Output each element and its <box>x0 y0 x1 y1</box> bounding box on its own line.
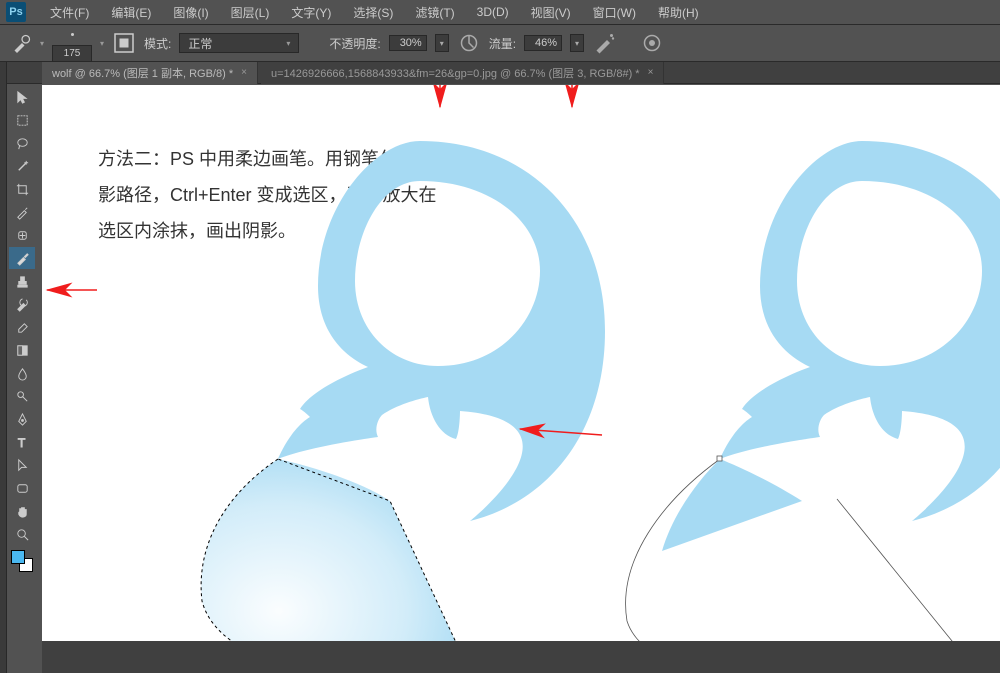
move-tool[interactable] <box>9 86 35 108</box>
mode-select[interactable]: 正常▾ <box>179 33 299 53</box>
zoom-tool[interactable] <box>9 523 35 545</box>
wand-tool[interactable] <box>9 155 35 177</box>
pen-tool[interactable] <box>9 408 35 430</box>
lasso-tool[interactable] <box>9 132 35 154</box>
menu-window[interactable]: 窗口(W) <box>583 2 646 23</box>
mode-value: 正常 <box>188 35 212 52</box>
brush-preset-icon[interactable] <box>62 24 82 44</box>
color-swatch[interactable] <box>11 550 33 572</box>
heal-tool[interactable] <box>9 224 35 246</box>
left-dock <box>0 62 7 673</box>
menu-type[interactable]: 文字(Y) <box>281 2 341 23</box>
eyedropper-tool[interactable] <box>9 201 35 223</box>
menu-filter[interactable]: 滤镜(T) <box>405 2 464 23</box>
brush-tool-icon[interactable] <box>12 33 32 53</box>
dodge-tool[interactable] <box>9 385 35 407</box>
canvas[interactable]: 方法二：PS 中用柔边画笔。用钢笔勾出阴 影路径，Ctrl+Enter 变成选区… <box>42 85 1000 641</box>
close-icon[interactable]: × <box>648 67 654 78</box>
mode-label: 模式: <box>144 35 171 52</box>
menu-help[interactable]: 帮助(H) <box>648 2 709 23</box>
flow-dropdown-icon[interactable]: ▾ <box>570 34 584 52</box>
menu-view[interactable]: 视图(V) <box>521 2 581 23</box>
stamp-tool[interactable] <box>9 270 35 292</box>
dropdown-icon[interactable]: ▾ <box>100 39 104 48</box>
menu-layer[interactable]: 图层(L) <box>221 2 280 23</box>
marquee-tool[interactable] <box>9 109 35 131</box>
close-icon[interactable]: × <box>241 67 247 78</box>
hand-tool[interactable] <box>9 500 35 522</box>
opacity-field[interactable]: 30% <box>389 35 427 51</box>
opacity-dropdown-icon[interactable]: ▾ <box>435 34 449 52</box>
document-tabs: wolf @ 66.7% (图层 1 副本, RGB/8) * × u=1426… <box>0 62 1000 84</box>
gradient-tool[interactable] <box>9 339 35 361</box>
status-bar <box>42 641 1000 673</box>
brush-panel-icon[interactable] <box>112 32 136 54</box>
crop-tool[interactable] <box>9 178 35 200</box>
history-brush-tool[interactable] <box>9 293 35 315</box>
pressure-opacity-icon[interactable] <box>457 32 481 54</box>
annotation-arrows <box>42 85 1000 641</box>
menu-select[interactable]: 选择(S) <box>343 2 403 23</box>
menu-edit[interactable]: 编辑(E) <box>101 2 161 23</box>
type-tool[interactable]: T <box>9 431 35 453</box>
tab-label: wolf @ 66.7% (图层 1 副本, RGB/8) * <box>52 65 233 81</box>
menu-image[interactable]: 图像(I) <box>163 2 218 23</box>
menu-bar: Ps 文件(F) 编辑(E) 图像(I) 图层(L) 文字(Y) 选择(S) 滤… <box>0 0 1000 24</box>
toolbox: T <box>7 84 37 572</box>
pressure-size-icon[interactable] <box>640 32 664 54</box>
brush-tool[interactable] <box>9 247 35 269</box>
shape-tool[interactable] <box>9 477 35 499</box>
menu-3d[interactable]: 3D(D) <box>467 3 519 21</box>
dropdown-icon[interactable]: ▾ <box>40 39 44 48</box>
blur-tool[interactable] <box>9 362 35 384</box>
options-bar: ▾ 175 ▾ 模式: 正常▾ 不透明度: 30% ▾ 流量: 46% ▾ <box>0 24 1000 62</box>
foreground-color[interactable] <box>11 550 25 564</box>
svg-text:T: T <box>17 436 25 450</box>
tab-label: u=1426926666,1568843933&fm=26&gp=0.jpg @… <box>271 65 640 81</box>
app-logo: Ps <box>6 2 26 22</box>
brush-size-field[interactable]: 175 <box>52 45 92 62</box>
airbrush-icon[interactable] <box>592 32 616 54</box>
menu-file[interactable]: 文件(F) <box>40 2 99 23</box>
flow-field[interactable]: 46% <box>524 35 562 51</box>
path-select-tool[interactable] <box>9 454 35 476</box>
eraser-tool[interactable] <box>9 316 35 338</box>
flow-label: 流量: <box>489 35 516 52</box>
opacity-label: 不透明度: <box>329 35 380 52</box>
tab-wolf[interactable]: wolf @ 66.7% (图层 1 副本, RGB/8) * × <box>42 62 258 84</box>
tab-image2[interactable]: u=1426926666,1568843933&fm=26&gp=0.jpg @… <box>261 62 664 84</box>
